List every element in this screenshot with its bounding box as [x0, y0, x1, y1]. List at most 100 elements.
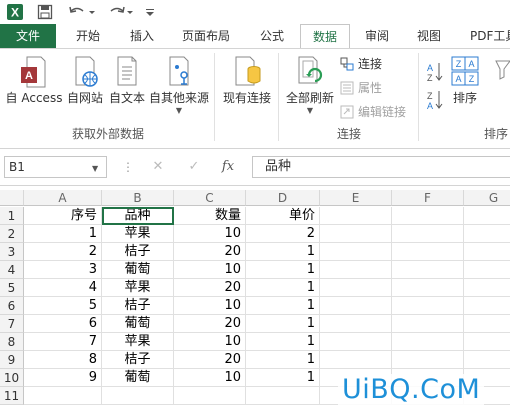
cell-e4[interactable]: [320, 261, 392, 279]
cell-b9[interactable]: 桔子: [102, 351, 174, 369]
row-header[interactable]: 4: [0, 261, 24, 279]
sort-button[interactable]: ZAAZ 排序: [448, 55, 482, 106]
cell-g6[interactable]: [464, 297, 510, 315]
cell-d1[interactable]: 单价: [246, 207, 320, 225]
cell-g1[interactable]: [464, 207, 510, 225]
cell-g8[interactable]: [464, 333, 510, 351]
row-header[interactable]: 7: [0, 315, 24, 333]
name-box-dropdown-icon[interactable]: ▼: [92, 164, 98, 173]
existing-connections-button[interactable]: 现有连接: [220, 55, 274, 106]
cell-g5[interactable]: [464, 279, 510, 297]
cell-b7[interactable]: 葡萄: [102, 315, 174, 333]
cell-g9[interactable]: [464, 351, 510, 369]
tab-page-layout[interactable]: 页面布局: [170, 24, 242, 49]
cell-e1[interactable]: [320, 207, 392, 225]
tab-view[interactable]: 视图: [404, 24, 454, 49]
cell-d11[interactable]: [246, 387, 320, 405]
cell-a1[interactable]: 序号: [24, 207, 102, 225]
cell-g3[interactable]: [464, 243, 510, 261]
column-header-d[interactable]: D: [246, 190, 320, 206]
cell-e5[interactable]: [320, 279, 392, 297]
cell-d5[interactable]: 1: [246, 279, 320, 297]
cell-d7[interactable]: 1: [246, 315, 320, 333]
tab-formulas[interactable]: 公式: [246, 24, 298, 49]
row-header[interactable]: 8: [0, 333, 24, 351]
tab-home[interactable]: 开始: [62, 24, 114, 49]
cell-a10[interactable]: 9: [24, 369, 102, 387]
cell-f5[interactable]: [392, 279, 464, 297]
row-header[interactable]: 10: [0, 369, 24, 387]
cell-a8[interactable]: 7: [24, 333, 102, 351]
select-all-corner[interactable]: [0, 190, 24, 206]
customize-qat-icon[interactable]: [142, 0, 158, 24]
cell-e9[interactable]: [320, 351, 392, 369]
cell-g2[interactable]: [464, 225, 510, 243]
cell-f1[interactable]: [392, 207, 464, 225]
refresh-all-button[interactable]: 全部刷新 ▼: [284, 55, 336, 115]
cell-c4[interactable]: 10: [174, 261, 246, 279]
row-header[interactable]: 2: [0, 225, 24, 243]
cell-f2[interactable]: [392, 225, 464, 243]
cell-e3[interactable]: [320, 243, 392, 261]
save-icon[interactable]: [34, 0, 56, 24]
cell-f3[interactable]: [392, 243, 464, 261]
cell-d2[interactable]: 2: [246, 225, 320, 243]
row-header[interactable]: 5: [0, 279, 24, 297]
cell-b6[interactable]: 桔子: [102, 297, 174, 315]
cell-g7[interactable]: [464, 315, 510, 333]
cell-a2[interactable]: 1: [24, 225, 102, 243]
cell-d4[interactable]: 1: [246, 261, 320, 279]
cell-b3[interactable]: 桔子: [102, 243, 174, 261]
cell-a3[interactable]: 2: [24, 243, 102, 261]
cell-e7[interactable]: [320, 315, 392, 333]
cell-b8[interactable]: 苹果: [102, 333, 174, 351]
from-web-button[interactable]: 自网站: [64, 55, 106, 106]
edit-links-button[interactable]: 编辑链接: [340, 103, 406, 120]
cell-c10[interactable]: 10: [174, 369, 246, 387]
column-header-f[interactable]: F: [392, 190, 464, 206]
formula-input[interactable]: 品种: [252, 156, 510, 178]
connections-button[interactable]: 连接: [340, 55, 382, 72]
cell-d10[interactable]: 1: [246, 369, 320, 387]
cell-b4[interactable]: 葡萄: [102, 261, 174, 279]
from-text-button[interactable]: 自文本: [106, 55, 148, 106]
cell-a6[interactable]: 5: [24, 297, 102, 315]
cell-c1[interactable]: 数量: [174, 207, 246, 225]
cell-c3[interactable]: 20: [174, 243, 246, 261]
cell-a9[interactable]: 8: [24, 351, 102, 369]
cell-a11[interactable]: [24, 387, 102, 405]
row-header[interactable]: 9: [0, 351, 24, 369]
cell-e8[interactable]: [320, 333, 392, 351]
cell-c9[interactable]: 20: [174, 351, 246, 369]
cell-e6[interactable]: [320, 297, 392, 315]
cell-b1[interactable]: 品种: [102, 207, 174, 225]
cell-a4[interactable]: 3: [24, 261, 102, 279]
cell-f9[interactable]: [392, 351, 464, 369]
cell-a5[interactable]: 4: [24, 279, 102, 297]
redo-icon[interactable]: [104, 0, 138, 24]
cancel-icon[interactable]: ✕: [148, 156, 168, 178]
properties-button[interactable]: 属性: [340, 79, 382, 96]
tab-insert[interactable]: 插入: [116, 24, 168, 49]
column-header-b[interactable]: B: [102, 190, 174, 206]
cell-f6[interactable]: [392, 297, 464, 315]
cell-c7[interactable]: 20: [174, 315, 246, 333]
column-header-g[interactable]: G: [464, 190, 510, 206]
cell-f8[interactable]: [392, 333, 464, 351]
row-header[interactable]: 6: [0, 297, 24, 315]
row-header[interactable]: 3: [0, 243, 24, 261]
cell-c2[interactable]: 10: [174, 225, 246, 243]
cell-c6[interactable]: 10: [174, 297, 246, 315]
row-header[interactable]: 11: [0, 387, 24, 405]
filter-button[interactable]: [494, 55, 510, 92]
tab-pdf-tools[interactable]: PDF工具: [456, 24, 510, 49]
cell-c5[interactable]: 20: [174, 279, 246, 297]
cell-d8[interactable]: 1: [246, 333, 320, 351]
cell-f7[interactable]: [392, 315, 464, 333]
from-access-button[interactable]: A 自 Access: [4, 55, 64, 106]
cell-b10[interactable]: 葡萄: [102, 369, 174, 387]
cell-a7[interactable]: 6: [24, 315, 102, 333]
undo-icon[interactable]: [64, 0, 98, 24]
column-header-a[interactable]: A: [24, 190, 102, 206]
cell-d3[interactable]: 1: [246, 243, 320, 261]
